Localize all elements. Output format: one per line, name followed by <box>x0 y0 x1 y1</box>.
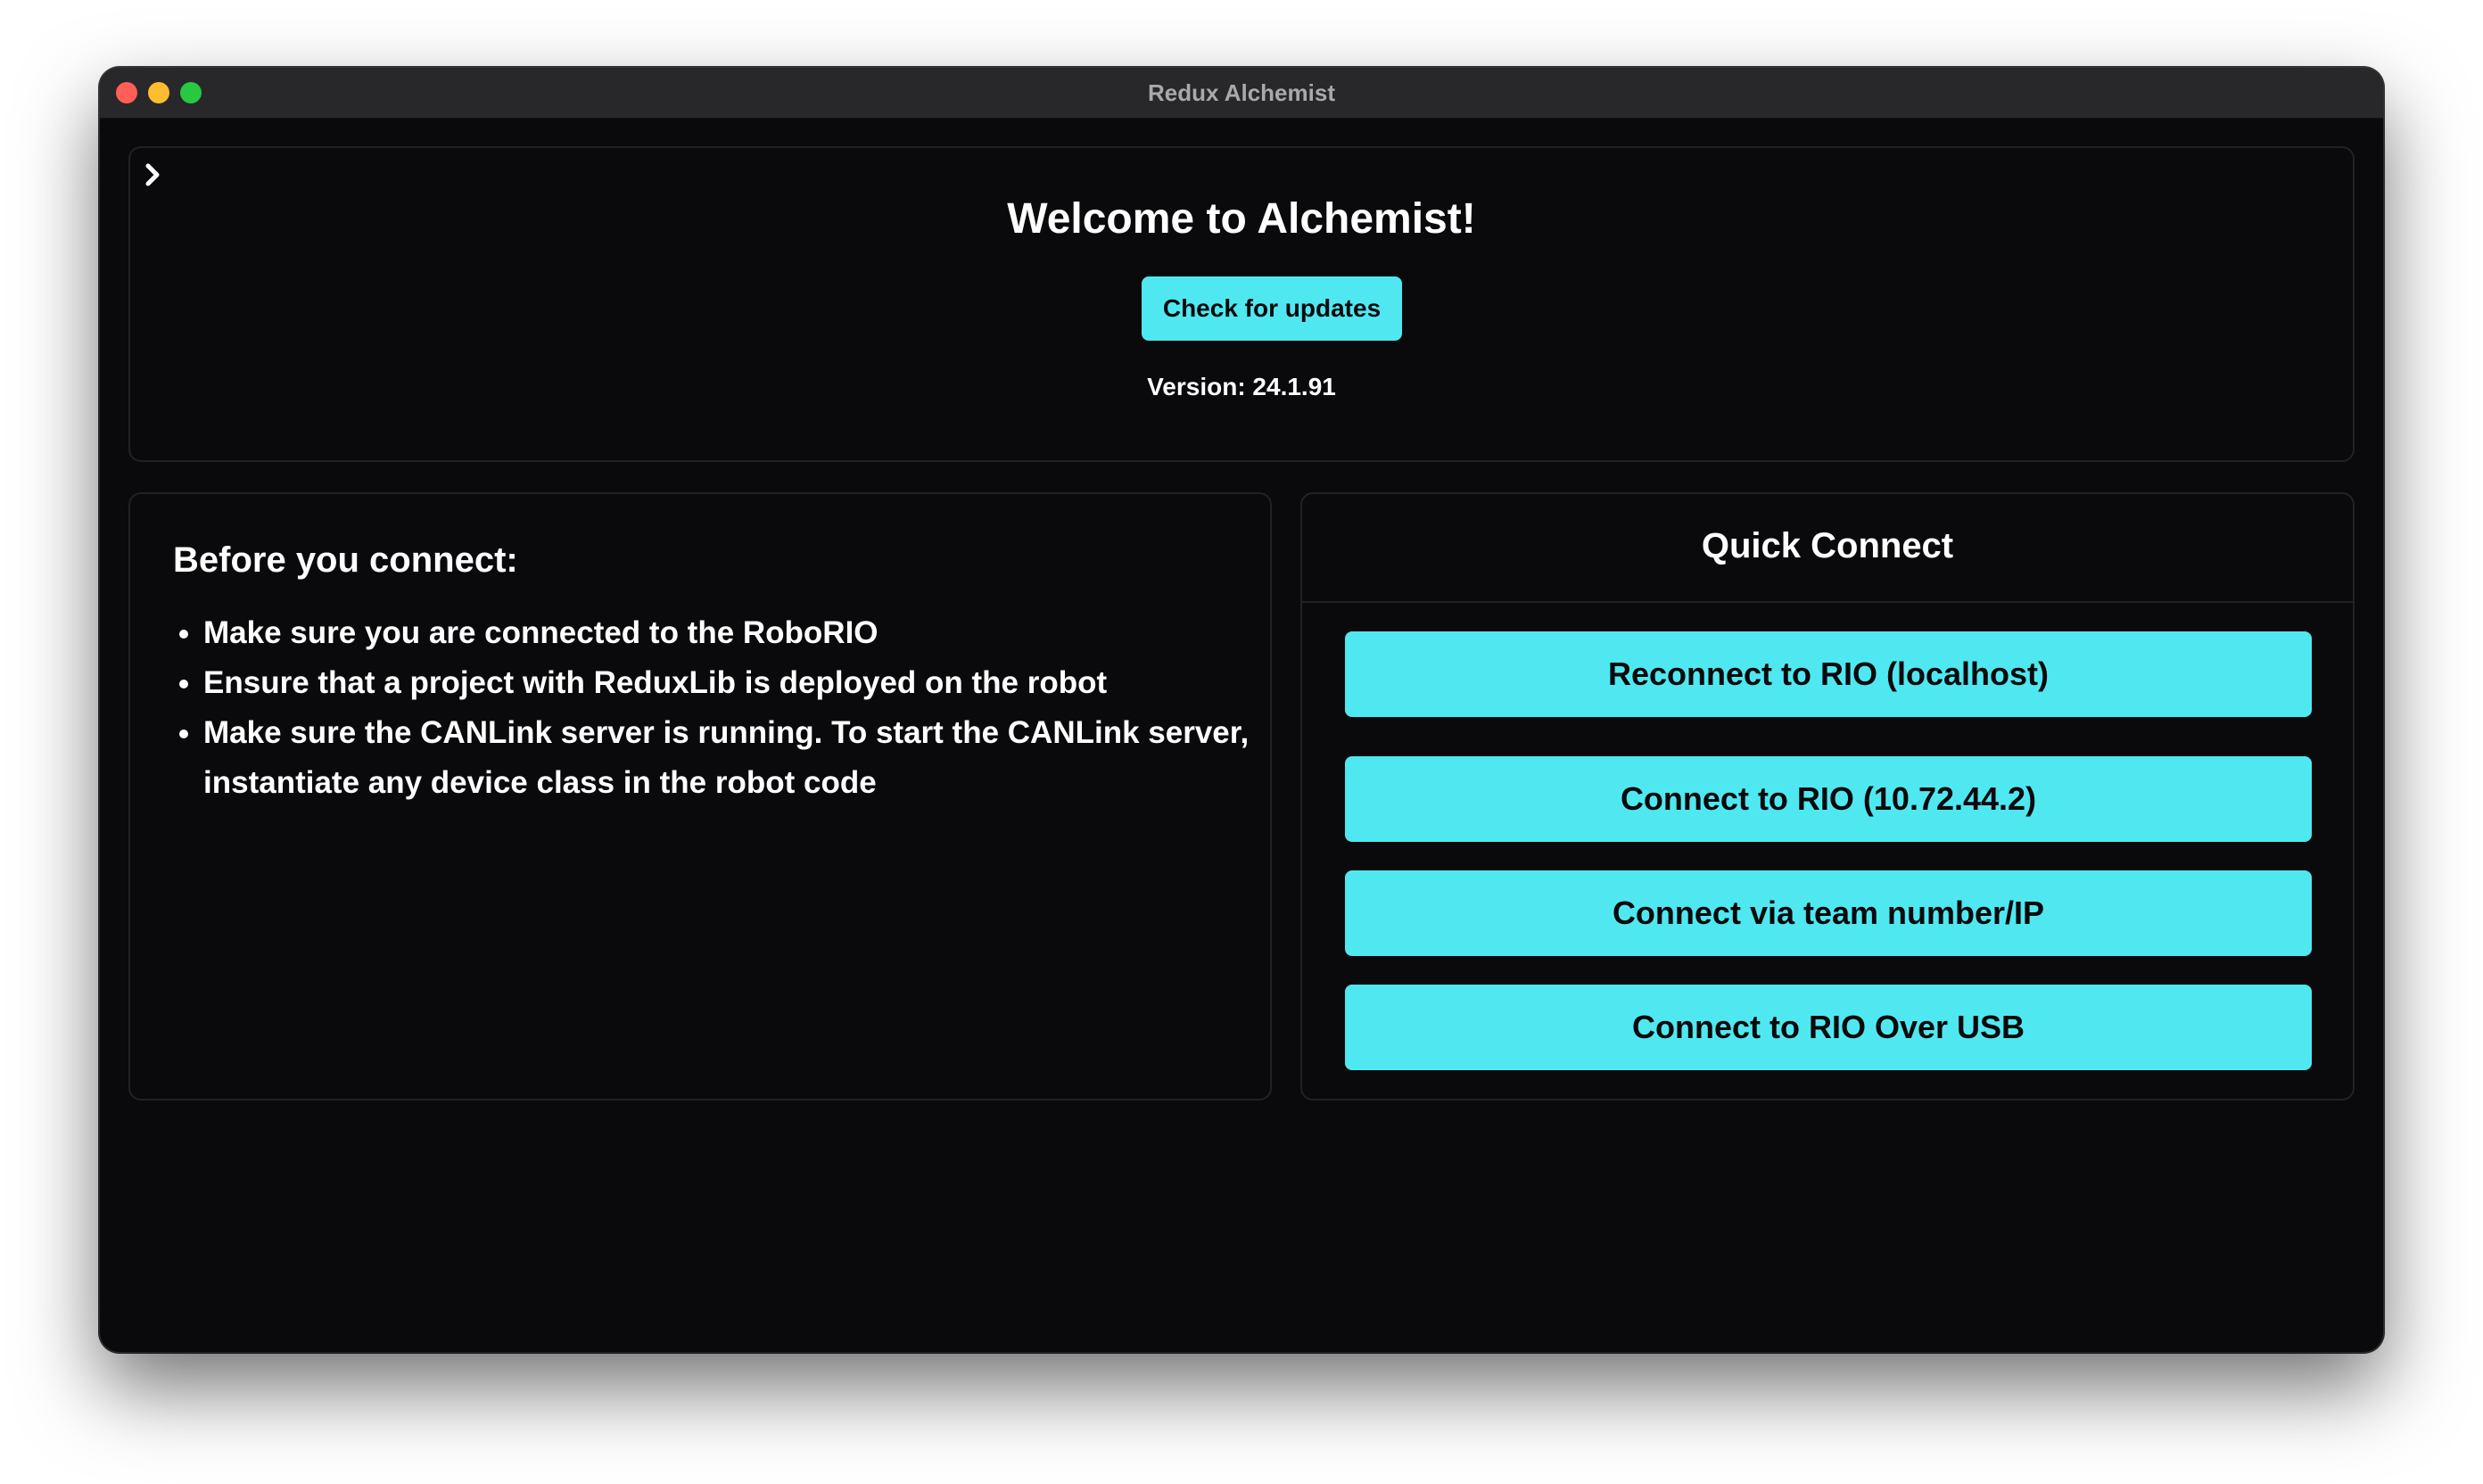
before-connect-title: Before you connect: <box>173 540 518 580</box>
quick-connect-panel: Quick Connect Reconnect to RIO (localhos… <box>1300 492 2355 1101</box>
before-connect-panel: Before you connect: Make sure you are co… <box>128 492 1272 1101</box>
version-label: Version: 24.1.91 <box>1147 373 1336 400</box>
list-item: Make sure you are connected to the RoboR… <box>203 608 1256 658</box>
quick-connect-title: Quick Connect <box>1701 526 1954 565</box>
connect-team-number-button[interactable]: Connect via team number/IP <box>1345 870 2312 956</box>
list-item: Make sure the CANLink server is running.… <box>203 708 1256 808</box>
title-bar: Redux Alchemist <box>100 68 2383 119</box>
connect-rio-ip-button[interactable]: Connect to RIO (10.72.44.2) <box>1345 756 2312 842</box>
list-item: Ensure that a project with ReduxLib is d… <box>203 658 1256 708</box>
welcome-panel: Welcome to Alchemist! Check for updates … <box>128 146 2355 462</box>
before-connect-list: Make sure you are connected to the RoboR… <box>173 608 1256 808</box>
window-title: Redux Alchemist <box>1148 79 1335 106</box>
welcome-title: Welcome to Alchemist! <box>1007 195 1476 243</box>
reconnect-localhost-button[interactable]: Reconnect to RIO (localhost) <box>1345 631 2312 717</box>
connect-usb-button[interactable]: Connect to RIO Over USB <box>1345 985 2312 1070</box>
check-for-updates-button[interactable]: Check for updates <box>1142 276 1402 341</box>
app-window: Redux Alchemist Welcome to Alchemist! Ch… <box>100 68 2383 1352</box>
chevron-right-icon[interactable] <box>136 157 171 193</box>
quick-connect-header: Quick Connect <box>1302 494 2353 603</box>
